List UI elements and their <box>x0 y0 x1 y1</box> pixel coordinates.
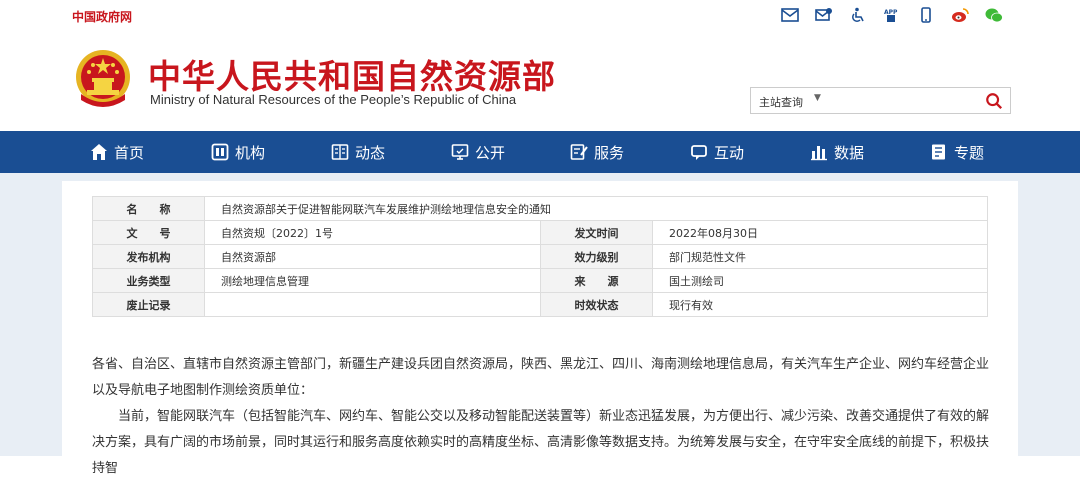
site-subtitle-en: Ministry of Natural Resources of the Peo… <box>150 92 517 107</box>
meta-value: 测绘地理信息管理 <box>204 268 541 293</box>
wechat-icon[interactable] <box>984 6 1004 24</box>
nav-item-label: 机构 <box>235 143 266 162</box>
top-bar: 中国政府网 APP <box>0 0 1080 30</box>
site-title: 中华人民共和国自然资源部 <box>148 57 556 96</box>
document-metadata-table: 名 称 自然资源部关于促进智能网联汽车发展维护测绘地理信息安全的通知 文 号 自… <box>92 196 988 317</box>
nav-item-label: 首页 <box>114 143 145 162</box>
meta-value: 国土测绘司 <box>652 268 988 293</box>
search-icon <box>986 93 1003 110</box>
gov-portal-link[interactable]: 中国政府网 <box>72 8 132 25</box>
nav-item-service[interactable]: 服务 <box>570 131 624 173</box>
mobile-icon[interactable] <box>916 6 936 24</box>
accessibility-icon[interactable] <box>848 6 868 24</box>
table-row: 废止记录 时效状态 现行有效 <box>92 292 988 317</box>
meta-key: 废止记录 <box>92 292 205 317</box>
meta-value: 自然资源部 <box>204 244 541 269</box>
org-icon <box>211 143 229 161</box>
document-body: 各省、自治区、直辖市自然资源主管部门，新疆生产建设兵团自然资源局，陕西、黑龙江、… <box>92 352 992 482</box>
body-paragraph: 各省、自治区、直辖市自然资源主管部门，新疆生产建设兵团自然资源局，陕西、黑龙江、… <box>92 357 990 398</box>
table-row: 业务类型 测绘地理信息管理 来 源 国土测绘司 <box>92 268 988 293</box>
svg-text:APP: APP <box>884 9 898 16</box>
nav-item-topic[interactable]: 专题 <box>930 131 984 173</box>
search-box: 主站查询 ▼ <box>750 87 1011 114</box>
nav-item-public[interactable]: 公开 <box>451 131 505 173</box>
meta-value: 自然资源部关于促进智能网联汽车发展维护测绘地理信息安全的通知 <box>204 196 988 221</box>
mailbox-icon[interactable] <box>814 6 834 24</box>
table-row: 发布机构 自然资源部 效力级别 部门规范性文件 <box>92 244 988 269</box>
national-emblem-icon[interactable] <box>73 44 133 114</box>
nav-item-label: 互动 <box>714 143 745 162</box>
public-icon <box>451 144 469 160</box>
nav-item-label: 动态 <box>355 143 386 162</box>
search-button[interactable] <box>984 91 1004 111</box>
main-nav: 首页 机构 动态 公开 服务 互动 数据 专题 <box>0 131 1080 173</box>
meta-key: 发布机构 <box>92 244 205 269</box>
search-scope-select[interactable]: 主站查询 <box>759 94 803 110</box>
nav-item-data[interactable]: 数据 <box>810 131 864 173</box>
app-icon[interactable]: APP <box>882 6 902 24</box>
meta-value: 现行有效 <box>652 292 988 317</box>
topic-icon <box>932 144 945 160</box>
table-row: 名 称 自然资源部关于促进智能网联汽车发展维护测绘地理信息安全的通知 <box>92 196 988 221</box>
nav-item-org[interactable]: 机构 <box>211 131 265 173</box>
site-header: 中华人民共和国自然资源部 Ministry of Natural Resourc… <box>0 30 1080 130</box>
home-icon <box>91 144 107 160</box>
nav-item-label: 服务 <box>594 143 625 162</box>
meta-value: 2022年08月30日 <box>652 220 988 245</box>
nav-item-home[interactable]: 首页 <box>90 131 144 173</box>
meta-key: 名 称 <box>92 196 205 221</box>
meta-key: 来 源 <box>540 268 653 293</box>
meta-value: 部门规范性文件 <box>652 244 988 269</box>
mail-icon[interactable] <box>780 6 800 24</box>
meta-value: 自然资规〔2022〕1号 <box>204 220 541 245</box>
top-icons: APP <box>780 6 1004 24</box>
search-input[interactable] <box>833 91 973 111</box>
nav-item-label: 专题 <box>954 143 985 162</box>
meta-key: 业务类型 <box>92 268 205 293</box>
chart-icon <box>811 146 827 161</box>
meta-key: 发文时间 <box>540 220 653 245</box>
meta-value <box>204 292 541 317</box>
nav-item-news[interactable]: 动态 <box>331 131 385 173</box>
chat-icon <box>691 145 707 160</box>
meta-key: 时效状态 <box>540 292 653 317</box>
table-row: 文 号 自然资规〔2022〕1号 发文时间 2022年08月30日 <box>92 220 988 245</box>
nav-item-interact[interactable]: 互动 <box>690 131 744 173</box>
nav-item-label: 数据 <box>834 143 865 162</box>
service-icon <box>570 144 588 160</box>
body-paragraph: 当前，智能网联汽车（包括智能汽车、网约车、智能公交以及移动智能配送装置等）新业态… <box>92 409 990 476</box>
caret-down-icon[interactable]: ▼ <box>814 93 821 103</box>
news-icon <box>331 144 349 160</box>
meta-key: 效力级别 <box>540 244 653 269</box>
weibo-icon[interactable] <box>950 6 970 24</box>
nav-item-label: 公开 <box>475 143 506 162</box>
meta-key: 文 号 <box>92 220 205 245</box>
